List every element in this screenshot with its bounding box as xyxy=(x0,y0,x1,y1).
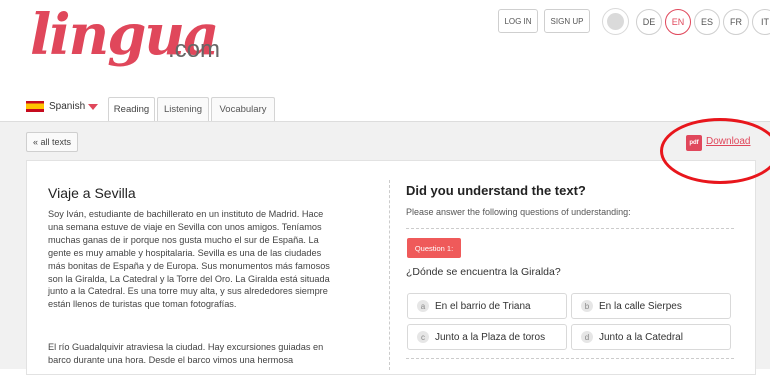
language-de[interactable]: DE xyxy=(636,9,662,35)
site-logo-suffix: .com xyxy=(168,36,221,63)
text-line: barco durante una hora. Desde el barco v… xyxy=(48,354,294,365)
answer-option-a[interactable]: a En el barrio de Triana xyxy=(407,293,567,319)
answer-option-d[interactable]: d Junto a la Catedral xyxy=(571,324,731,350)
option-letter: b xyxy=(581,300,593,312)
question-badge: Question 1: xyxy=(407,238,461,258)
question-text: ¿Dónde se encuentra la Giralda? xyxy=(406,266,561,278)
language-it[interactable]: IT xyxy=(752,9,770,35)
text-line: más bonitas de España y de Europa. Sus m… xyxy=(48,260,330,271)
language-selector-label: Spanish xyxy=(49,101,86,112)
text-line: Soy Iván, estudiante de bachillerato en … xyxy=(48,209,324,219)
all-texts-button[interactable]: « all texts xyxy=(26,132,78,152)
option-text: En la calle Sierpes xyxy=(599,300,682,312)
text-line: gente es muy amable y hospitalaria. Sevi… xyxy=(48,247,322,258)
quiz-subheading: Please answer the following questions of… xyxy=(406,207,631,217)
text-title: Viaje a Sevilla xyxy=(48,185,136,201)
answer-option-b[interactable]: b En la calle Sierpes xyxy=(571,293,731,319)
answer-option-c[interactable]: c Junto a la Plaza de toros xyxy=(407,324,567,350)
quiz-divider xyxy=(406,358,734,359)
text-line: están llenos de turistas que toman fotog… xyxy=(48,299,237,310)
spain-flag-icon xyxy=(26,101,44,112)
option-letter: a xyxy=(417,300,429,312)
text-line: El río Guadalquivir atraviesa la ciudad.… xyxy=(48,342,324,352)
text-line: una semana estuve de viaje en Sevilla co… xyxy=(48,221,322,232)
option-text: En el barrio de Triana xyxy=(435,300,531,312)
text-line: junto a la Catedral. Es una torre muy al… xyxy=(48,286,328,297)
language-selector[interactable]: Spanish xyxy=(26,101,99,112)
tab-reading[interactable]: Reading xyxy=(108,97,155,121)
quiz-divider xyxy=(406,228,734,229)
option-text: Junto a la Catedral xyxy=(599,331,683,343)
language-fr[interactable]: FR xyxy=(723,9,749,35)
chevron-down-icon xyxy=(88,103,99,110)
option-text: Junto a la Plaza de toros xyxy=(435,331,546,343)
tab-vocabulary[interactable]: Vocabulary xyxy=(211,97,275,121)
column-divider xyxy=(389,180,390,370)
signup-button[interactable]: SIGN UP xyxy=(544,9,590,33)
language-es[interactable]: ES xyxy=(694,9,720,35)
option-letter: c xyxy=(417,331,429,343)
globe-icon xyxy=(602,8,629,35)
tab-listening[interactable]: Listening xyxy=(157,97,209,121)
option-letter: d xyxy=(581,331,593,343)
annotation-circle xyxy=(660,118,770,184)
quiz-heading: Did you understand the text? xyxy=(406,183,586,198)
login-button[interactable]: LOG IN xyxy=(498,9,538,33)
text-line: son la Giralda, La Catedral y la Torre d… xyxy=(48,273,330,284)
text-paragraph-1: Soy Iván, estudiante de bachillerato en … xyxy=(48,208,378,311)
text-line: muchas ganas de ir porque nos gusta much… xyxy=(48,234,319,245)
text-paragraph-2: El río Guadalquivir atraviesa la ciudad.… xyxy=(48,341,378,367)
language-en[interactable]: EN xyxy=(665,9,691,35)
